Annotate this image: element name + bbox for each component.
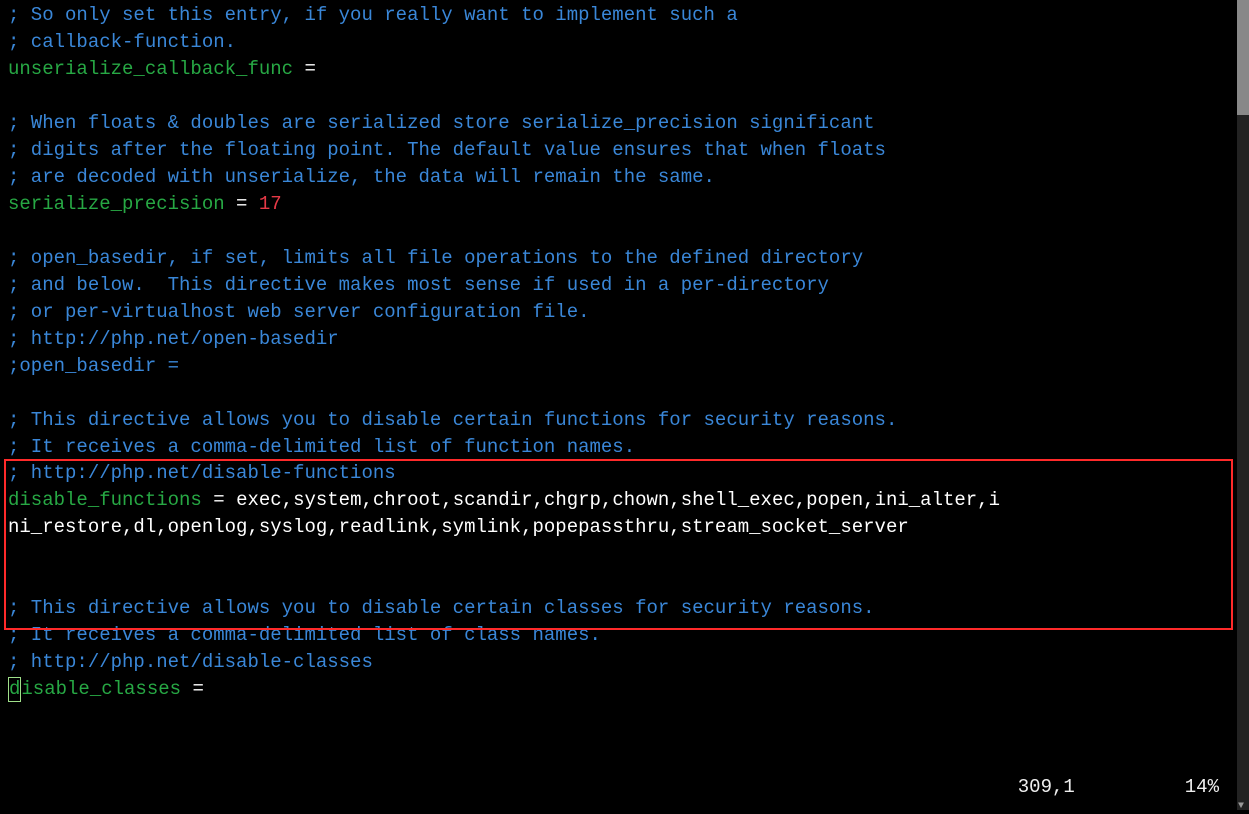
comment-line: ; digits after the floating point. The d… — [8, 139, 886, 161]
ini-value-disable-functions: exec,system,chroot,scandir,chgrp,chown,s… — [236, 489, 1000, 511]
scrollbar-thumb[interactable] — [1237, 0, 1249, 115]
comment-line: ;open_basedir = — [8, 355, 179, 377]
comment-line: ; or per-virtualhost web server configur… — [8, 301, 590, 323]
comment-line: ; This directive allows you to disable c… — [8, 597, 875, 619]
vim-cursor-position: 309,1 — [1018, 774, 1075, 801]
vim-status-bar: 309,1 14% — [1018, 774, 1219, 801]
comment-line: ; are decoded with unserialize, the data… — [8, 166, 715, 188]
ini-key-disable-functions: disable_functions — [8, 489, 202, 511]
scroll-down-arrow-icon[interactable]: ▼ — [1238, 800, 1248, 810]
ini-equals: = — [225, 193, 259, 215]
comment-line: ; http://php.net/disable-functions — [8, 462, 396, 484]
ini-equals: = — [202, 489, 236, 511]
comment-line: ; It receives a comma-delimited list of … — [8, 624, 601, 646]
ini-key-disable-classes: isable_classes — [21, 678, 181, 700]
ini-equals: = — [293, 58, 316, 80]
comment-line: ; http://php.net/disable-classes — [8, 651, 373, 673]
comment-line: ; and below. This directive makes most s… — [8, 274, 829, 296]
comment-line: ; callback-function. — [8, 31, 236, 53]
ini-equals: = — [181, 678, 204, 700]
ini-value-number: 17 — [259, 193, 282, 215]
comment-line: ; This directive allows you to disable c… — [8, 409, 897, 431]
vim-editor-viewport[interactable]: ; So only set this entry, if you really … — [0, 0, 1237, 810]
ini-key-unserialize-callback: unserialize_callback_func — [8, 58, 293, 80]
ini-value-disable-functions-wrap: ni_restore,dl,openlog,syslog,readlink,sy… — [8, 516, 909, 538]
comment-line: ; open_basedir, if set, limits all file … — [8, 247, 863, 269]
ini-key-serialize-precision: serialize_precision — [8, 193, 225, 215]
comment-line: ; It receives a comma-delimited list of … — [8, 436, 635, 458]
scrollbar-track[interactable]: ▲ ▼ — [1237, 0, 1249, 810]
comment-line: ; So only set this entry, if you really … — [8, 4, 738, 26]
vim-cursor: d — [8, 677, 21, 702]
comment-line: ; http://php.net/open-basedir — [8, 328, 339, 350]
vim-scroll-percent: 14% — [1185, 774, 1219, 801]
comment-line: ; When floats & doubles are serialized s… — [8, 112, 875, 134]
